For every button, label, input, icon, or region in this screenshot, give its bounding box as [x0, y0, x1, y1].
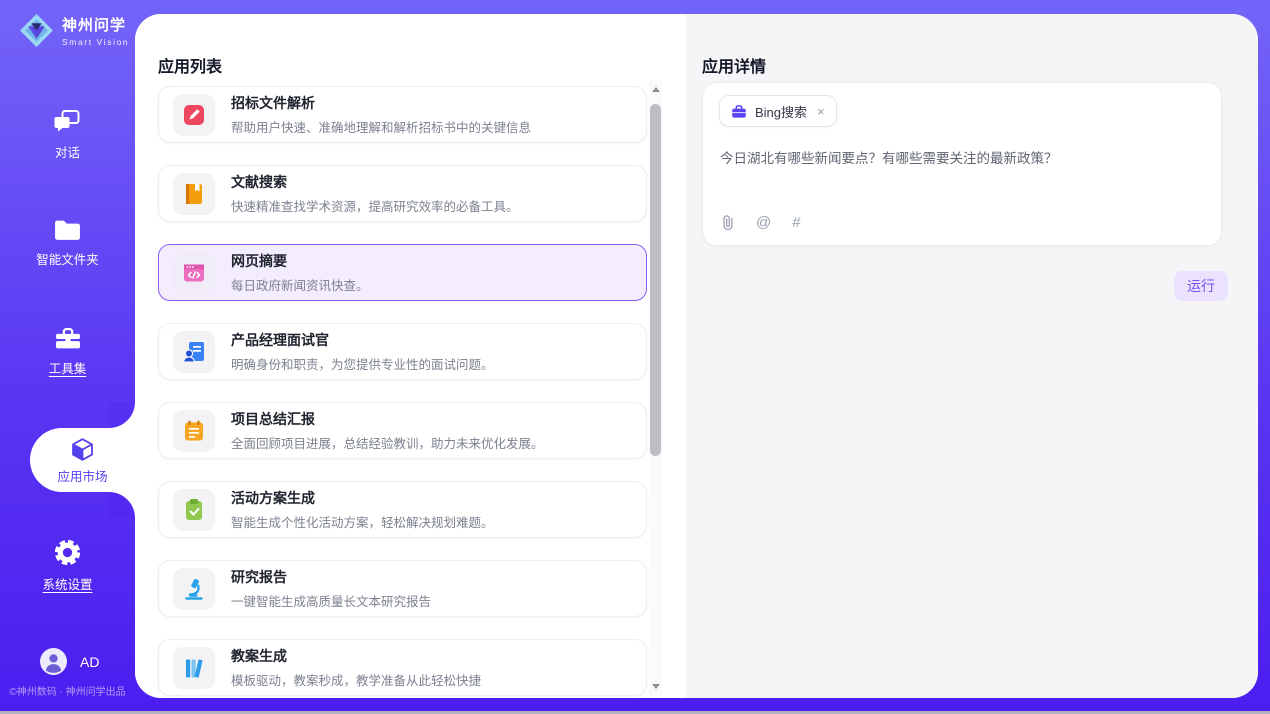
- user-label: AD: [80, 654, 99, 670]
- clipboard-icon: [181, 497, 207, 523]
- folder-icon: [53, 217, 82, 242]
- app-list-scrollbar[interactable]: [649, 80, 662, 696]
- mention-at-icon[interactable]: @: [756, 215, 771, 230]
- main-content: 应用列表 招标文件解析 帮助用户快速、准确地理解和解析招标书中的关键信息: [135, 14, 1258, 698]
- brand: 神州问学 Smart Vision: [18, 12, 129, 49]
- chat-icon: [53, 108, 82, 135]
- sidebar-item-smart-folder[interactable]: 智能文件夹: [0, 217, 135, 269]
- copyright-footer: ©神州数码 · 神州问学出品: [0, 683, 135, 698]
- browser-code-icon: [181, 260, 207, 286]
- hash-icon[interactable]: #: [792, 215, 800, 230]
- app-card-project-summary[interactable]: 项目总结汇报 全面回顾项目进展，总结经验教训，助力未来优化发展。: [158, 402, 647, 459]
- pen-square-icon: [181, 102, 207, 128]
- sidebar: 神州问学 Smart Vision 对话 智能文件夹 工具: [0, 0, 135, 714]
- sidebar-item-label: 工具集: [49, 358, 87, 377]
- sidebar-item-label: 系统设置: [42, 574, 92, 593]
- app-title: 研究报告: [231, 567, 431, 587]
- active-tab-curve-bottom: [109, 492, 135, 518]
- briefcase-icon: [731, 104, 747, 119]
- app-card-web-summary[interactable]: 网页摘要 每日政府新闻资讯快查。: [158, 244, 647, 301]
- prompt-card: Bing搜索 × 今日湖北有哪些新闻要点？有哪些需要关注的最新政策？ @ #: [702, 82, 1222, 246]
- toolbox-icon: [53, 325, 83, 351]
- app-desc: 快速精准查找学术资源，提高研究效率的必备工具。: [231, 196, 519, 215]
- scroll-up-arrow-icon[interactable]: [652, 87, 660, 92]
- prompt-toolbar: @ #: [721, 213, 801, 232]
- app-desc: 智能生成个性化活动方案，轻松解决规划难题。: [231, 512, 494, 531]
- prompt-text-input[interactable]: 今日湖北有哪些新闻要点？有哪些需要关注的最新政策？: [720, 149, 1201, 169]
- app-title: 活动方案生成: [231, 488, 494, 508]
- brand-subtitle: Smart Vision: [62, 37, 129, 47]
- sidebar-item-chat[interactable]: 对话: [0, 108, 135, 162]
- app-title: 招标文件解析: [231, 93, 531, 113]
- note-icon: [181, 418, 207, 444]
- app-card-literature-search[interactable]: 文献搜索 快速精准查找学术资源，提高研究效率的必备工具。: [158, 165, 647, 222]
- tool-tag-bing-search[interactable]: Bing搜索 ×: [719, 95, 837, 127]
- app-card-research-report[interactable]: 研究报告 一键智能生成高质量长文本研究报告: [158, 560, 647, 617]
- avatar: [40, 648, 67, 675]
- app-desc: 全面回顾项目进展，总结经验教训，助力未来优化发展。: [231, 433, 544, 452]
- app-title: 文献搜索: [231, 172, 519, 192]
- scrollbar-thumb[interactable]: [650, 104, 661, 456]
- run-button[interactable]: 运行: [1174, 271, 1228, 301]
- books-icon: [181, 655, 207, 681]
- close-icon[interactable]: ×: [817, 104, 825, 119]
- brand-diamond-icon: [18, 12, 55, 49]
- app-title: 网页摘要: [231, 251, 369, 271]
- app-card-list: 招标文件解析 帮助用户快速、准确地理解和解析招标书中的关键信息 文献搜索: [158, 86, 647, 698]
- app-detail-title: 应用详情: [702, 53, 766, 77]
- app-desc: 帮助用户快速、准确地理解和解析招标书中的关键信息: [231, 117, 531, 136]
- sidebar-item-app-market[interactable]: 应用市场: [30, 428, 135, 492]
- microscope-icon: [181, 576, 207, 602]
- app-card-tender-analysis[interactable]: 招标文件解析 帮助用户快速、准确地理解和解析招标书中的关键信息: [158, 86, 647, 143]
- gear-icon: [53, 538, 82, 567]
- interviewer-icon: [181, 339, 207, 365]
- active-tab-curve-top: [109, 402, 135, 428]
- brand-name: 神州问学: [62, 14, 129, 35]
- app-title: 教案生成: [231, 646, 481, 666]
- sidebar-item-toolset[interactable]: 工具集: [0, 325, 135, 378]
- app-desc: 一键智能生成高质量长文本研究报告: [231, 591, 431, 610]
- app-list-title: 应用列表: [158, 53, 222, 77]
- app-title: 产品经理面试官: [231, 330, 494, 350]
- app-detail-panel: 应用详情 Bing搜索 × 今日湖北有哪些新闻要点？有哪些需要关注的最新政策？: [686, 14, 1258, 698]
- app-card-lesson-plan[interactable]: 教案生成 模板驱动，教案秒成，教学准备从此轻松快捷: [158, 639, 647, 696]
- app-desc: 明确身份和职责，为您提供专业性的面试问题。: [231, 354, 494, 373]
- app-card-event-plan[interactable]: 活动方案生成 智能生成个性化活动方案，轻松解决规划难题。: [158, 481, 647, 538]
- tool-tag-label: Bing搜索: [755, 102, 807, 121]
- book-icon: [181, 181, 207, 207]
- app-title: 项目总结汇报: [231, 409, 544, 429]
- sidebar-item-settings[interactable]: 系统设置: [0, 538, 135, 594]
- app-card-pm-interviewer[interactable]: 产品经理面试官 明确身份和职责，为您提供专业性的面试问题。: [158, 323, 647, 380]
- sidebar-item-label: 应用市场: [57, 466, 107, 485]
- app-desc: 每日政府新闻资讯快查。: [231, 275, 369, 294]
- paperclip-icon[interactable]: [721, 213, 735, 232]
- sidebar-item-label: 智能文件夹: [36, 249, 99, 268]
- scroll-down-arrow-icon[interactable]: [652, 684, 660, 689]
- app-desc: 模板驱动，教案秒成，教学准备从此轻松快捷: [231, 670, 481, 689]
- user-account[interactable]: AD: [40, 648, 99, 675]
- app-list-panel: 应用列表 招标文件解析 帮助用户快速、准确地理解和解析招标书中的关键信息: [135, 14, 686, 698]
- sidebar-item-label: 对话: [55, 142, 80, 161]
- cube-icon: [69, 436, 96, 463]
